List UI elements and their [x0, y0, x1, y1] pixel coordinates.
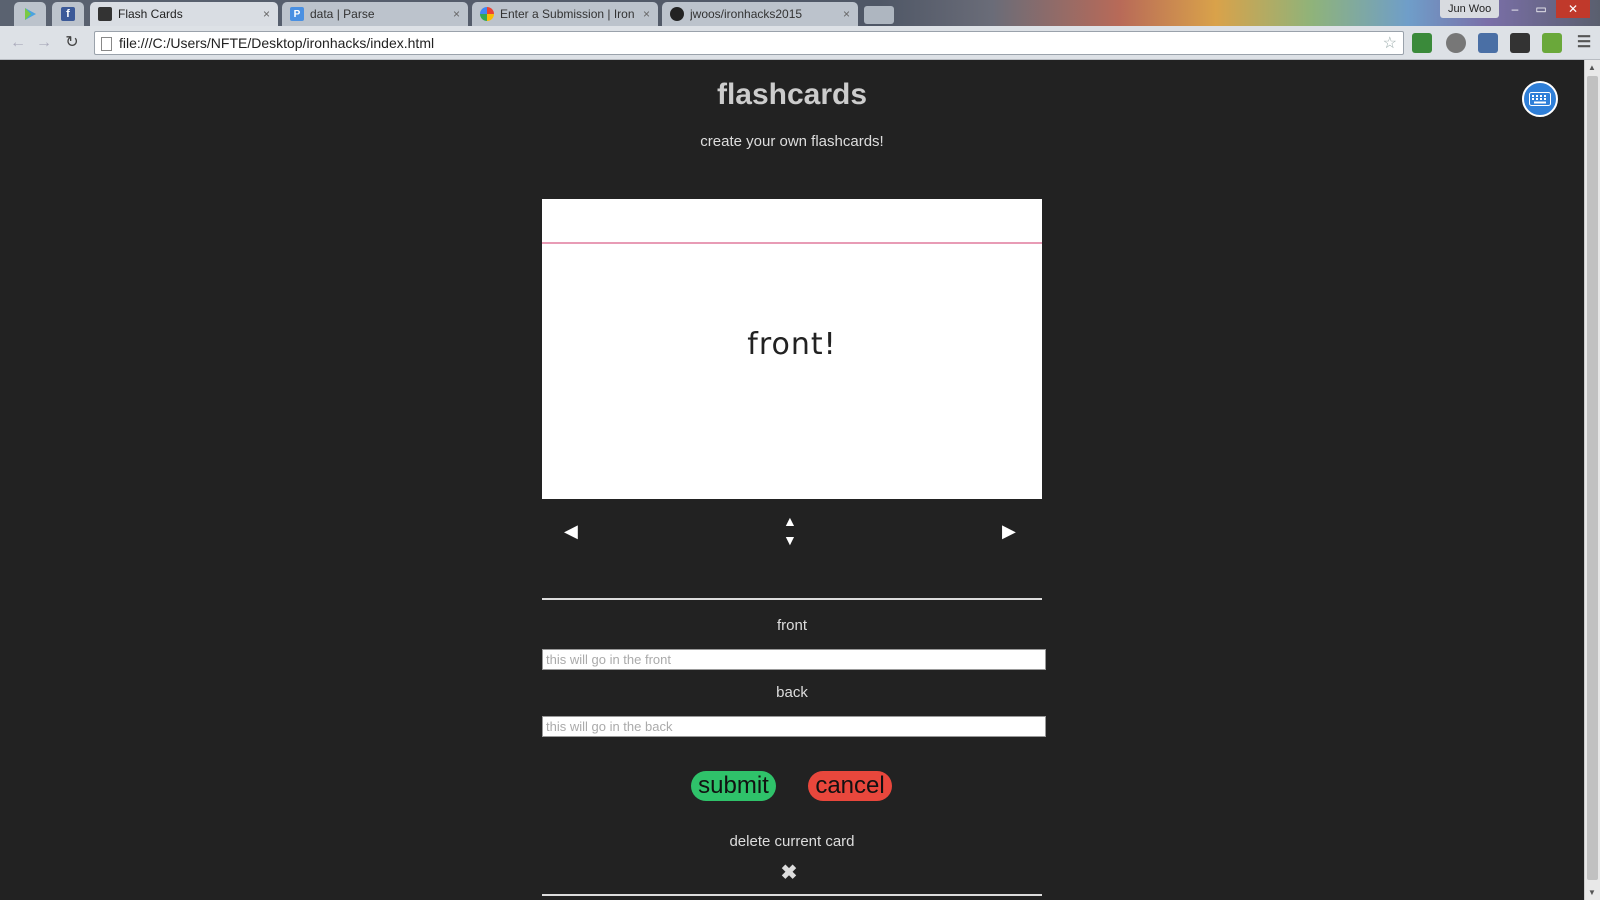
- back-arrow-icon[interactable]: ←: [8, 33, 28, 53]
- extension-evernote-icon[interactable]: [1412, 33, 1432, 53]
- tab-title: jwoos/ironhacks2015: [690, 7, 803, 21]
- forward-arrow-icon[interactable]: →: [34, 33, 54, 53]
- new-tab-button[interactable]: [864, 6, 894, 24]
- back-label: back: [776, 684, 808, 701]
- pinned-tab-play-store[interactable]: [14, 2, 46, 26]
- card-text: front!: [747, 327, 837, 362]
- page-icon: [101, 37, 112, 51]
- divider: [542, 598, 1042, 600]
- tab-data-parse[interactable]: P data | Parse ×: [282, 2, 468, 26]
- restore-button[interactable]: ▭: [1528, 0, 1554, 18]
- close-icon[interactable]: ×: [453, 7, 460, 21]
- tab-strip: f Flash Cards × P data | Parse × Enter a…: [0, 0, 1600, 26]
- tab-enter-submission[interactable]: Enter a Submission | Iron I ×: [472, 2, 658, 26]
- tab-title: data | Parse: [310, 7, 375, 21]
- reload-icon[interactable]: ↻: [62, 33, 82, 53]
- extension-cloud-icon[interactable]: [1478, 33, 1498, 53]
- google-icon: [480, 7, 494, 21]
- keyboard-icon: [1529, 92, 1551, 106]
- close-icon[interactable]: ×: [263, 7, 270, 21]
- scrollbar-thumb[interactable]: [1587, 76, 1598, 880]
- flashcard[interactable]: front!: [542, 199, 1042, 499]
- extension-box-icon[interactable]: [1542, 33, 1562, 53]
- submit-button[interactable]: submit: [691, 771, 776, 801]
- star-icon[interactable]: ☆: [1383, 33, 1397, 53]
- tab-flash-cards[interactable]: Flash Cards ×: [90, 2, 278, 26]
- browser-toolbar: ← → ↻ file:///C:/Users/NFTE/Desktop/iron…: [0, 26, 1600, 60]
- tab-title: Enter a Submission | Iron I: [500, 7, 639, 21]
- play-store-icon: [25, 8, 36, 20]
- close-icon[interactable]: ×: [643, 7, 650, 21]
- divider-bottom: [542, 894, 1042, 896]
- extension-qr-icon[interactable]: [1510, 33, 1530, 53]
- page-title: flashcards: [716, 78, 868, 111]
- pinned-tab-facebook[interactable]: f: [52, 2, 84, 26]
- close-icon[interactable]: ×: [843, 7, 850, 21]
- delete-card-label: delete current card: [729, 833, 855, 850]
- back-input[interactable]: [542, 716, 1046, 737]
- keyboard-button[interactable]: [1522, 81, 1558, 117]
- page-scrollbar[interactable]: ▲ ▼: [1584, 60, 1600, 900]
- address-bar[interactable]: file:///C:/Users/NFTE/Desktop/ironhacks/…: [94, 31, 1404, 55]
- page-viewport: flashcards create your own flashcards! f…: [0, 60, 1584, 900]
- tab-github[interactable]: jwoos/ironhacks2015 ×: [662, 2, 858, 26]
- cancel-button[interactable]: cancel: [808, 771, 892, 801]
- scroll-up-icon[interactable]: ▲: [1588, 63, 1596, 72]
- facebook-icon: f: [61, 7, 75, 21]
- front-label: front: [776, 617, 807, 634]
- github-icon: [670, 7, 684, 21]
- parse-icon: P: [290, 7, 304, 21]
- minimize-button[interactable]: –: [1502, 0, 1528, 18]
- menu-icon[interactable]: ☰: [1574, 33, 1594, 53]
- delete-card-icon[interactable]: ✖: [779, 863, 799, 883]
- arrow-up-icon[interactable]: ▲: [783, 512, 797, 530]
- arrow-right-icon[interactable]: ▶: [1002, 522, 1016, 540]
- scroll-down-icon[interactable]: ▼: [1588, 888, 1596, 897]
- front-input[interactable]: [542, 649, 1046, 670]
- page-subtitle: create your own flashcards!: [700, 133, 884, 150]
- arrow-down-icon[interactable]: ▼: [783, 531, 797, 549]
- flash-cards-icon: [98, 7, 112, 21]
- close-window-button[interactable]: ✕: [1556, 0, 1590, 18]
- url-text[interactable]: file:///C:/Users/NFTE/Desktop/ironhacks/…: [119, 35, 434, 51]
- extension-shield-icon[interactable]: [1446, 33, 1466, 53]
- tab-title: Flash Cards: [118, 7, 183, 21]
- arrow-left-icon[interactable]: ◀: [564, 522, 578, 540]
- user-profile-badge[interactable]: Jun Woo: [1440, 0, 1500, 18]
